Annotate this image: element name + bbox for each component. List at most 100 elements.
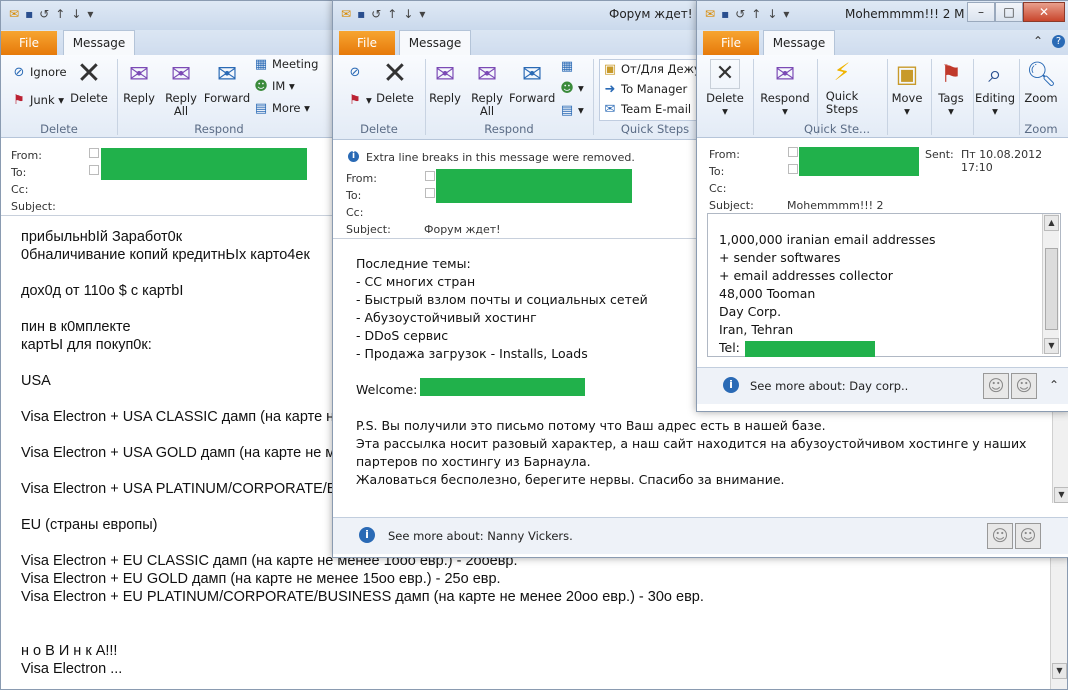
im-icon: ☻: [254, 79, 268, 94]
down-arrow-icon[interactable]: ↓: [71, 6, 81, 22]
forward-mail-icon: ➜: [604, 82, 616, 97]
im-button[interactable]: ☻ IM ▾: [253, 79, 295, 94]
reply-all-button[interactable]: ✉ Reply All: [161, 59, 201, 118]
scroll-thumb[interactable]: [1045, 248, 1058, 330]
move-button[interactable]: ▣ Move ▾: [887, 59, 927, 118]
from-checkbox[interactable]: [89, 148, 99, 158]
save-icon[interactable]: ▪: [721, 6, 729, 22]
quick-steps-label: Quick Steps: [825, 89, 859, 116]
more-button[interactable]: ▤ ▾: [559, 103, 584, 118]
meeting-label: Meeting: [272, 57, 319, 71]
im-icon: ☻: [560, 81, 574, 96]
message-body: 1,000,000 iranian email addresses + send…: [719, 232, 936, 337]
to-checkbox[interactable]: [89, 165, 99, 175]
collapse-ribbon-icon[interactable]: ⌃: [1033, 34, 1043, 48]
scroll-up-icon[interactable]: ▲: [1044, 215, 1059, 231]
quick-step-1[interactable]: ▣ От/Для Дежур: [602, 62, 708, 77]
sent-label: Sent:: [925, 148, 954, 161]
customize-qat-icon[interactable]: ▾: [87, 6, 93, 22]
up-arrow-icon[interactable]: ↑: [387, 6, 397, 22]
quick-access-toolbar: ✉ ▪ ↺ ↑ ↓ ▾: [9, 6, 93, 22]
undo-icon[interactable]: ↺: [371, 6, 381, 22]
quick-step-2-label: To Manager: [621, 82, 688, 96]
message-scrollbar[interactable]: ▲ ▼: [1042, 214, 1059, 354]
cc-label: Cc:: [346, 206, 364, 219]
subject-value: Mohemmmm!!! 2: [787, 199, 884, 212]
save-icon[interactable]: ▪: [357, 6, 365, 22]
forward-button[interactable]: ✉ Forward: [509, 59, 555, 105]
to-checkbox[interactable]: [425, 188, 435, 198]
scroll-down-icon[interactable]: ▼: [1054, 487, 1068, 503]
undo-icon[interactable]: ↺: [735, 6, 745, 22]
down-arrow-icon[interactable]: ↓: [403, 6, 413, 22]
maximize-button[interactable]: □: [995, 2, 1023, 22]
move-label: Move: [891, 91, 923, 105]
see-more-text[interactable]: See more about: Day corp..: [750, 379, 908, 393]
scroll-down-icon[interactable]: ▼: [1044, 338, 1059, 354]
forward-button[interactable]: ✉ Forward: [203, 59, 251, 105]
undo-icon[interactable]: ↺: [39, 6, 49, 22]
delete-button[interactable]: ✕ Delete: [69, 59, 109, 105]
quick-step-2[interactable]: ➜ To Manager: [602, 82, 688, 97]
up-arrow-icon[interactable]: ↑: [55, 6, 65, 22]
tab-message[interactable]: Message: [399, 30, 471, 56]
avatar[interactable]: ☺: [987, 523, 1013, 549]
outlook-icon: ✉: [705, 7, 716, 21]
meeting-button[interactable]: ▦ Meeting: [253, 57, 319, 72]
junk-button[interactable]: ⚑ Junk ▾: [11, 93, 64, 108]
customize-qat-icon[interactable]: ▾: [419, 6, 425, 22]
to-label: To:: [11, 166, 27, 179]
reply-all-button[interactable]: ✉ Reply All: [467, 59, 507, 118]
scroll-down-icon[interactable]: ▼: [1052, 663, 1067, 679]
from-checkbox[interactable]: [425, 171, 435, 181]
zoom-button[interactable]: 🔍︎ Zoom: [1019, 59, 1063, 105]
editing-button[interactable]: ⌕ Editing ▾: [973, 59, 1017, 118]
respond-button[interactable]: ✉ Respond ▾: [753, 59, 817, 118]
im-button[interactable]: ☻ ▾: [559, 81, 584, 96]
delete-button[interactable]: ✕ Delete: [375, 59, 415, 105]
avatar[interactable]: ☺: [1015, 523, 1041, 549]
down-arrow-icon[interactable]: ↓: [767, 6, 777, 22]
from-checkbox[interactable]: [788, 147, 798, 157]
collapse-people-pane-icon[interactable]: ⌃: [1049, 378, 1059, 392]
reply-button[interactable]: ✉ Reply: [119, 59, 159, 105]
quick-steps-button[interactable]: ⚡ Quick Steps: [817, 57, 867, 116]
tags-button[interactable]: ⚑ Tags ▾: [931, 59, 971, 118]
more-button[interactable]: ▤ More ▾: [253, 101, 310, 116]
avatar[interactable]: ☺: [983, 373, 1009, 399]
tab-message[interactable]: Message: [763, 30, 835, 56]
file-tab[interactable]: File: [703, 31, 759, 55]
minimize-button[interactable]: –: [967, 2, 995, 22]
subject-label: Subject:: [346, 223, 391, 236]
quick-step-3[interactable]: ✉ Team E-mail: [602, 102, 692, 117]
junk-icon: ⚑: [13, 93, 25, 108]
see-more-text[interactable]: See more about: Nanny Vickers.: [388, 529, 573, 543]
reply-all-icon: ✉: [476, 60, 498, 88]
close-button[interactable]: ✕: [1023, 2, 1065, 22]
ignore-label: Ignore: [30, 65, 67, 79]
ribbon-tabs: File Message ? ⌃: [697, 30, 1068, 56]
help-icon[interactable]: ?: [1052, 35, 1065, 48]
junk-button[interactable]: ⚑ ▾: [347, 93, 372, 108]
avatar[interactable]: ☺: [1011, 373, 1037, 399]
up-arrow-icon[interactable]: ↑: [751, 6, 761, 22]
meeting-button[interactable]: ▦: [559, 59, 578, 74]
customize-qat-icon[interactable]: ▾: [783, 6, 789, 22]
file-tab[interactable]: File: [339, 31, 395, 55]
reply-button[interactable]: ✉ Reply: [425, 59, 465, 105]
ignore-button[interactable]: ⊘ Ignore: [11, 65, 67, 80]
to-checkbox[interactable]: [788, 164, 798, 174]
group-delete-label: Delete: [40, 122, 78, 136]
ignore-button[interactable]: ⊘: [347, 65, 366, 80]
group-respond-label: Respond: [194, 122, 244, 136]
junk-label: Junk: [30, 93, 55, 107]
delete-button[interactable]: ✕ Delete ▾: [701, 59, 749, 118]
from-label: From:: [11, 149, 42, 162]
quick-steps-gallery: ▣ От/Для Дежур ➜ To Manager ✉ Team E-mail: [599, 59, 708, 121]
save-icon[interactable]: ▪: [25, 6, 33, 22]
tab-message[interactable]: Message: [63, 30, 135, 56]
title-bar: ✉ ▪ ↺ ↑ ↓ ▾ Mohemmmm!!! 2 M – □ ✕: [697, 1, 1068, 31]
message-body-bottom: P.S. Вы получили это письмо потому что В…: [356, 418, 1027, 487]
file-tab[interactable]: File: [1, 31, 57, 55]
email-window-3: ✉ ▪ ↺ ↑ ↓ ▾ Mohemmmm!!! 2 M – □ ✕ File M…: [696, 0, 1068, 412]
